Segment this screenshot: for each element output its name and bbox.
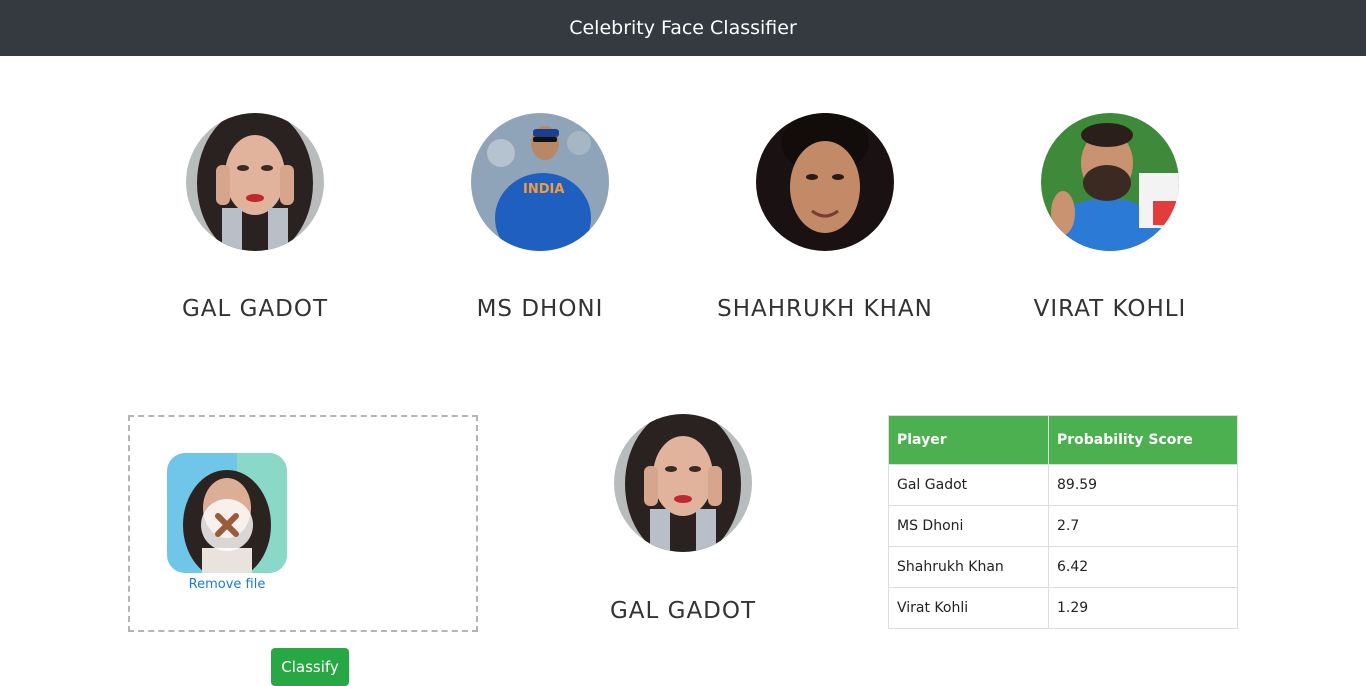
score-cell: 1.29 bbox=[1048, 587, 1238, 629]
table-row: MS Dhoni 2.7 bbox=[888, 505, 1238, 547]
table-header-row: Player Probability Score bbox=[888, 415, 1238, 465]
celebrity-card-shahrukh-khan: SHAHRUKH KHAN bbox=[705, 113, 945, 322]
app-title: Celebrity Face Classifier bbox=[569, 17, 797, 39]
result-photo bbox=[614, 414, 752, 552]
player-cell: Shahrukh Khan bbox=[888, 546, 1049, 588]
close-icon bbox=[215, 513, 239, 537]
table-row: Gal Gadot 89.59 bbox=[888, 464, 1238, 506]
uploaded-image-preview bbox=[167, 453, 287, 573]
table-row: Shahrukh Khan 6.42 bbox=[888, 546, 1238, 588]
score-cell: 6.42 bbox=[1048, 546, 1238, 588]
svg-text:INDIA: INDIA bbox=[523, 182, 564, 197]
result-name: GAL GADOT bbox=[609, 598, 757, 624]
column-header-probability: Probability Score bbox=[1048, 415, 1238, 465]
player-cell: MS Dhoni bbox=[888, 505, 1049, 547]
score-cell: 89.59 bbox=[1048, 464, 1238, 506]
celebrity-name: SHAHRUKH KHAN bbox=[717, 296, 933, 322]
navbar: Celebrity Face Classifier bbox=[0, 0, 1366, 56]
table-row: Virat Kohli 1.29 bbox=[888, 587, 1238, 629]
celebrity-card-gal-gadot: GAL GADOT bbox=[135, 113, 375, 322]
classify-button[interactable]: Classify bbox=[271, 648, 349, 686]
probability-table: Player Probability Score Gal Gadot 89.59… bbox=[888, 415, 1238, 629]
column-header-player: Player bbox=[888, 415, 1049, 465]
player-cell: Gal Gadot bbox=[888, 464, 1049, 506]
celebrity-card-ms-dhoni: INDIA MS DHONI bbox=[420, 113, 660, 322]
virat-kohli-photo bbox=[1041, 113, 1179, 251]
celebrity-name: GAL GADOT bbox=[181, 296, 329, 322]
gal-gadot-photo bbox=[186, 113, 324, 251]
score-cell: 2.7 bbox=[1048, 505, 1238, 547]
player-cell: Virat Kohli bbox=[888, 587, 1049, 629]
ms-dhoni-photo: INDIA bbox=[471, 113, 609, 251]
celebrity-name: MS DHONI bbox=[476, 296, 604, 322]
shahrukh-khan-photo bbox=[756, 113, 894, 251]
upload-dropzone[interactable]: Remove file bbox=[128, 415, 478, 632]
remove-file-link[interactable]: Remove file bbox=[167, 577, 287, 592]
result-card: GAL GADOT bbox=[563, 414, 803, 624]
remove-file-button[interactable] bbox=[201, 499, 253, 551]
celebrity-card-virat-kohli: VIRAT KOHLI bbox=[990, 113, 1230, 322]
celebrity-name: VIRAT KOHLI bbox=[1033, 296, 1187, 322]
